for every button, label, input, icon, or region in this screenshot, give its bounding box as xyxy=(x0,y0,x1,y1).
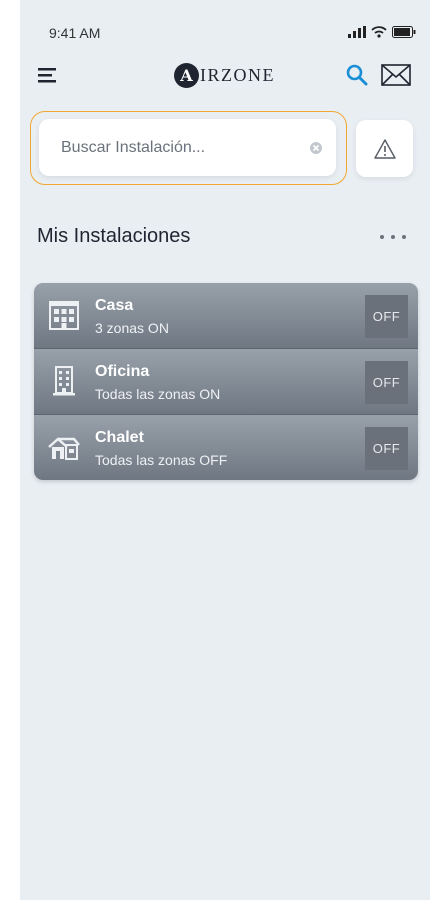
off-button[interactable]: OFF xyxy=(365,361,408,404)
clear-search-icon[interactable] xyxy=(309,141,323,155)
office-tower-icon xyxy=(53,366,75,396)
alerts-button[interactable] xyxy=(356,120,413,177)
installation-status: 3 zonas ON xyxy=(95,320,169,336)
section-title: Mis Instalaciones xyxy=(37,225,191,247)
search-field-focus-ring: Buscar Instalación... xyxy=(30,111,347,185)
installations-list: Casa 3 zonas ON OFF Oficina Todas las zo… xyxy=(34,283,418,480)
status-time: 9:41 AM xyxy=(49,25,101,41)
system-icons xyxy=(348,24,416,40)
search-input[interactable]: Buscar Instalación... xyxy=(39,119,336,176)
airzone-logo: A IRZONE xyxy=(174,60,275,90)
battery-icon xyxy=(392,26,416,38)
house-icon xyxy=(48,437,80,460)
installation-row-casa[interactable]: Casa 3 zonas ON OFF xyxy=(34,283,418,349)
installation-status: Todas las zonas OFF xyxy=(95,452,228,468)
building-icon xyxy=(49,301,79,330)
logo-text: IRZONE xyxy=(200,64,275,85)
phone-screen: 9:41 AM A IRZONE Buscar Instalación... M… xyxy=(20,0,430,900)
off-button[interactable]: OFF xyxy=(365,427,408,470)
status-bar: 9:41 AM xyxy=(20,0,430,60)
top-navigation: A IRZONE xyxy=(20,58,430,94)
search-placeholder: Buscar Instalación... xyxy=(61,139,206,156)
installation-row-oficina[interactable]: Oficina Todas las zonas ON OFF xyxy=(34,349,418,415)
more-options-icon[interactable] xyxy=(378,232,408,242)
logo-badge: A xyxy=(174,62,199,88)
warning-icon xyxy=(373,138,396,159)
installation-name: Chalet xyxy=(95,429,144,446)
wifi-icon xyxy=(371,26,387,38)
search-icon[interactable] xyxy=(345,63,369,87)
hamburger-menu-icon[interactable] xyxy=(38,66,58,84)
mail-icon[interactable] xyxy=(381,63,411,87)
installation-status: Todas las zonas ON xyxy=(95,386,221,402)
installation-name: Casa xyxy=(95,297,134,314)
off-button[interactable]: OFF xyxy=(365,295,408,338)
signal-icon xyxy=(348,26,366,38)
installation-name: Oficina xyxy=(95,363,150,380)
installation-row-chalet[interactable]: Chalet Todas las zonas OFF OFF xyxy=(34,415,418,480)
